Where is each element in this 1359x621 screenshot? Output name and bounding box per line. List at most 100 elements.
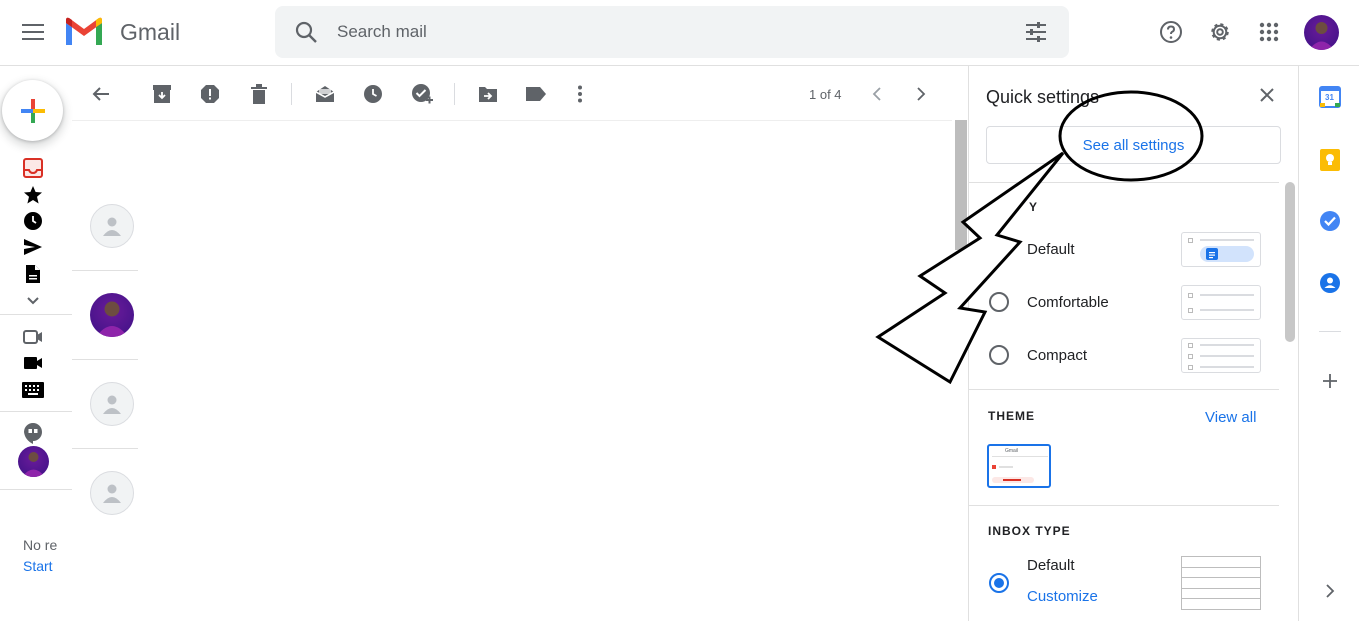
quick-settings-panel: Quick settings See all settings Y Defaul…: [968, 66, 1298, 621]
row-divider: [72, 359, 138, 360]
compose-button[interactable]: [2, 80, 63, 141]
more-options-icon[interactable]: [568, 82, 592, 106]
keep-icon[interactable]: [1319, 149, 1341, 171]
chevron-right-icon[interactable]: [909, 82, 933, 106]
gmail-brand-text: Gmail: [120, 19, 181, 45]
sent-icon[interactable]: [22, 236, 44, 258]
density-comfortable-label[interactable]: Comfortable: [1027, 294, 1109, 311]
back-icon[interactable]: [89, 82, 113, 106]
meet-join-icon[interactable]: [22, 352, 44, 374]
inbox-customize-link[interactable]: Customize: [1027, 588, 1098, 605]
keyboard-icon[interactable]: [22, 379, 44, 401]
preview-line: [1200, 366, 1254, 368]
theme-thumb-compose: [992, 465, 996, 469]
theme-view-all-link[interactable]: View all: [1205, 409, 1256, 426]
theme-thumb-brand: Gmail: [1005, 448, 1019, 454]
inbox-default-preview[interactable]: [1181, 556, 1261, 610]
preview-checkbox: [1188, 365, 1193, 370]
message-thread: [72, 120, 952, 621]
density-compact-radio[interactable]: [989, 345, 1009, 365]
calendar-icon[interactable]: 31: [1319, 86, 1341, 108]
row-divider: [72, 270, 138, 271]
snooze-icon[interactable]: [361, 82, 385, 106]
preview-line: [1200, 294, 1254, 296]
delete-icon[interactable]: [247, 82, 271, 106]
preview-line: [1182, 567, 1260, 568]
preview-checkbox: [1188, 238, 1193, 243]
inbox-icon[interactable]: [22, 157, 44, 179]
move-to-icon[interactable]: [476, 82, 500, 106]
hangouts-icon[interactable]: [22, 422, 44, 444]
starred-icon[interactable]: [22, 184, 44, 206]
density-comfortable-preview[interactable]: [1181, 285, 1261, 320]
density-compact-label[interactable]: Compact: [1027, 347, 1087, 364]
see-all-settings-button[interactable]: See all settings: [986, 126, 1281, 164]
density-comfortable-radio[interactable]: [989, 292, 1009, 312]
sender-avatar-placeholder: [90, 204, 134, 248]
theme-thumbnail[interactable]: Gmail: [987, 444, 1051, 488]
chevron-left-icon[interactable]: [865, 82, 889, 106]
preview-checkbox: [1188, 308, 1193, 313]
meet-new-icon[interactable]: [22, 326, 44, 348]
density-default-preview[interactable]: [1181, 232, 1261, 267]
snoozed-icon[interactable]: [22, 210, 44, 232]
sender-avatar-placeholder: [90, 382, 134, 426]
preview-line: [1182, 588, 1260, 589]
preview-line: [1200, 309, 1254, 311]
density-compact-preview[interactable]: [1181, 338, 1261, 373]
mark-unread-icon[interactable]: [313, 82, 337, 106]
search-options-icon[interactable]: [1025, 21, 1047, 48]
archive-icon[interactable]: [150, 82, 174, 106]
quick-settings-scrollbar[interactable]: [1285, 182, 1295, 342]
search-icon[interactable]: [295, 21, 317, 48]
pagination-label: 1 of 4: [809, 87, 842, 102]
preview-checkbox: [1188, 343, 1193, 348]
tasks-icon[interactable]: [1319, 210, 1341, 232]
qs-divider: [969, 389, 1279, 390]
qs-divider: [969, 505, 1279, 506]
preview-line: [1200, 355, 1254, 357]
settings-icon[interactable]: [1200, 12, 1240, 52]
inbox-type-section-title: INBOX TYPE: [988, 524, 1071, 538]
toolbar-separator: [454, 83, 455, 105]
hangouts-avatar[interactable]: [18, 446, 49, 477]
rail-divider: [0, 411, 72, 412]
preview-line: [1200, 239, 1254, 241]
help-icon[interactable]: [1151, 12, 1191, 52]
contacts-icon[interactable]: [1319, 272, 1341, 294]
start-chat-link[interactable]: Start: [23, 558, 58, 574]
toolbar-separator: [291, 83, 292, 105]
theme-thumb-line: [992, 456, 1048, 457]
menu-icon[interactable]: [13, 12, 53, 52]
density-section-title: Y: [1029, 200, 1039, 214]
preview-line: [1182, 577, 1260, 578]
compose-icon: [20, 98, 45, 123]
thread-scrollbar[interactable]: [955, 120, 967, 250]
preview-doc-icon: [1206, 248, 1218, 260]
theme-thumb-line: [1003, 479, 1021, 481]
show-side-panel-icon[interactable]: [1319, 580, 1341, 602]
labels-icon[interactable]: [524, 82, 548, 106]
rail-divider: [0, 314, 72, 315]
preview-checkbox: [1188, 293, 1193, 298]
apps-icon[interactable]: [1249, 12, 1289, 52]
inbox-default-label[interactable]: Default: [1027, 557, 1075, 574]
report-spam-icon[interactable]: [198, 82, 222, 106]
message-toolbar: 1 of 4: [72, 66, 968, 120]
add-to-tasks-icon[interactable]: [410, 82, 434, 106]
inbox-default-radio[interactable]: [989, 573, 1009, 593]
drafts-icon[interactable]: [22, 263, 44, 285]
add-addon-icon[interactable]: [1319, 370, 1341, 392]
close-icon[interactable]: [1259, 87, 1275, 108]
row-divider: [72, 448, 138, 449]
search-bar[interactable]: Search mail: [275, 6, 1069, 58]
density-default-label[interactable]: Default: [1027, 241, 1075, 258]
preview-checkbox: [1188, 354, 1193, 359]
account-avatar[interactable]: [1304, 15, 1339, 50]
preview-line: [1200, 344, 1254, 346]
gmail-logo-icon[interactable]: [64, 17, 104, 47]
search-input[interactable]: Search mail: [337, 22, 427, 42]
more-icon[interactable]: [22, 290, 44, 312]
calendar-day-text: 31: [1325, 93, 1334, 102]
quick-settings-title: Quick settings: [986, 87, 1100, 107]
